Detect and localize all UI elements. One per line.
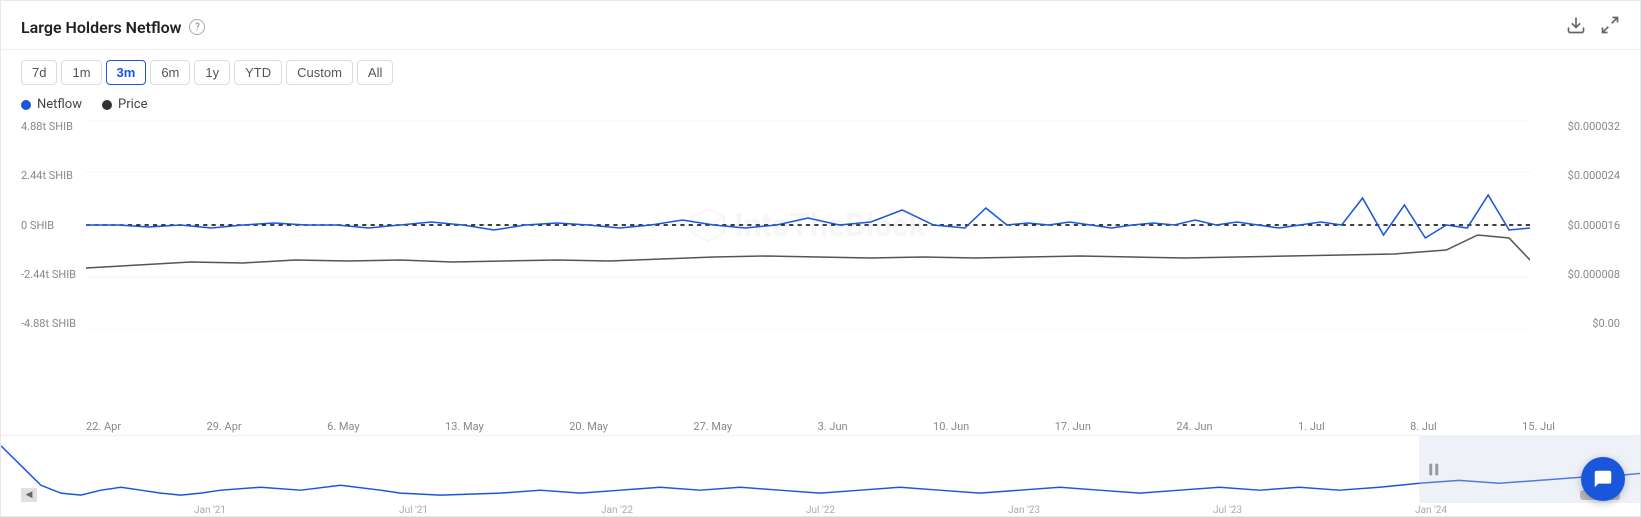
y-right-3: $0.000008 (1568, 268, 1620, 281)
btn-1m[interactable]: 1m (61, 60, 101, 85)
y-axis-left: 4.88t SHIB 2.44t SHIB 0 SHIB -2.44t SHIB… (21, 120, 76, 330)
btn-1y[interactable]: 1y (194, 60, 230, 85)
btn-ytd[interactable]: YTD (234, 60, 282, 85)
y-axis-right: $0.000032 $0.000024 $0.000016 $0.000008 … (1568, 120, 1620, 330)
chat-button[interactable] (1581, 457, 1625, 501)
x-label-7: 10. Jun (933, 420, 969, 433)
mini-x-2: Jul '21 (399, 505, 428, 516)
btn-3m[interactable]: 3m (106, 60, 147, 85)
toolbar: 7d 1m 3m 6m 1y YTD Custom All (1, 50, 1640, 93)
x-label-4: 20. May (569, 420, 608, 433)
x-label-3: 13. May (445, 420, 484, 433)
header-left: Large Holders Netflow ? (21, 18, 205, 37)
legend-netflow: Netflow (21, 97, 82, 112)
chart-svg-wrapper: IntoTheBlock (86, 120, 1530, 330)
btn-7d[interactable]: 7d (21, 60, 57, 85)
legend-label-price: Price (118, 97, 147, 112)
legend: Netflow Price (1, 93, 1640, 120)
y-right-0: $0.000032 (1568, 120, 1620, 133)
x-label-5: 27. May (693, 420, 732, 433)
x-axis: 22. Apr 29. Apr 6. May 13. May 20. May 2… (1, 416, 1640, 435)
y-label-0: 4.88t SHIB (21, 120, 76, 133)
x-label-9: 24. Jun (1176, 420, 1212, 433)
y-label-3: -2.44t SHIB (21, 268, 76, 281)
y-right-4: $0.00 (1568, 317, 1620, 330)
header-right (1566, 15, 1620, 39)
x-label-0: 22. Apr (86, 420, 121, 433)
y-label-4: -4.88t SHIB (21, 317, 76, 330)
x-label-10: 1. Jul (1298, 420, 1325, 433)
legend-dot-price (102, 100, 112, 110)
x-label-12: 15. Jul (1522, 420, 1555, 433)
btn-custom[interactable]: Custom (286, 60, 353, 85)
expand-icon[interactable] (1600, 15, 1620, 39)
download-icon[interactable] (1566, 15, 1586, 39)
mini-x-3: Jan '22 (601, 505, 633, 516)
mini-x-5: Jan '23 (1008, 505, 1040, 516)
header: Large Holders Netflow ? (1, 1, 1640, 50)
legend-dot-netflow (21, 100, 31, 110)
mini-x-6: Jul '23 (1213, 505, 1242, 516)
y-right-2: $0.000016 (1568, 219, 1620, 232)
x-label-6: 3. Jun (818, 420, 848, 433)
page-title: Large Holders Netflow (21, 18, 181, 37)
x-label-1: 29. Apr (207, 420, 242, 433)
y-label-1: 2.44t SHIB (21, 169, 76, 182)
scroll-left-button[interactable]: ◀ (21, 488, 37, 502)
x-label-8: 17. Jun (1055, 420, 1091, 433)
mini-chart-area (1, 435, 1640, 503)
x-label-11: 8. Jul (1410, 420, 1437, 433)
mini-x-7: Jan '24 (1415, 505, 1447, 516)
main-chart-svg (86, 120, 1530, 330)
mini-chart-svg (1, 436, 1640, 503)
legend-price: Price (102, 97, 147, 112)
legend-label-netflow: Netflow (37, 97, 82, 112)
mini-x-1: Jan '21 (194, 505, 226, 516)
main-container: Large Holders Netflow ? (0, 0, 1641, 517)
btn-all[interactable]: All (357, 60, 393, 85)
chart-area: 4.88t SHIB 2.44t SHIB 0 SHIB -2.44t SHIB… (1, 120, 1640, 416)
help-icon[interactable]: ? (189, 19, 205, 35)
btn-6m[interactable]: 6m (150, 60, 190, 85)
mini-x-axis: Jan '21 Jul '21 Jan '22 Jul '22 Jan '23 … (1, 505, 1640, 516)
y-right-1: $0.000024 (1568, 169, 1620, 182)
mini-x-4: Jul '22 (806, 505, 835, 516)
x-label-2: 6. May (327, 420, 360, 433)
y-label-2: 0 SHIB (21, 219, 76, 232)
